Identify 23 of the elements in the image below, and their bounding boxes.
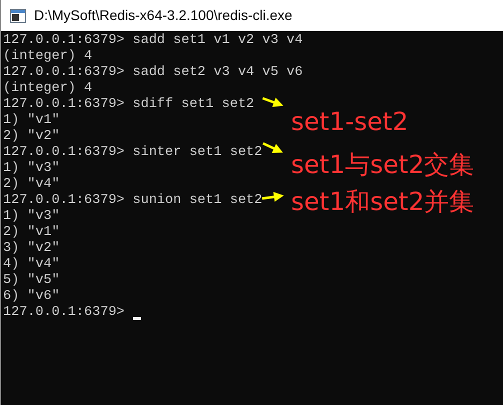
console-line: 127.0.0.1:6379> sadd set1 v1 v2 v3 v4 [3, 33, 303, 49]
console-line: 127.0.0.1:6379> sdiff set1 set2 [3, 97, 254, 113]
console-line: 5) "v5" [3, 273, 60, 289]
console-line: (integer) 4 [3, 81, 92, 97]
console-line: 4) "v4" [3, 257, 60, 273]
console-line: 2) "v1" [3, 225, 60, 241]
annotation-text: set1和set2并集 [291, 187, 474, 217]
console-line: 6) "v6" [3, 289, 60, 305]
console-line: 127.0.0.1:6379> sunion set1 set2 [3, 193, 262, 209]
console-line: 127.0.0.1:6379> sadd set2 v3 v4 v5 v6 [3, 65, 303, 81]
console-line: 127.0.0.1:6379> sinter set1 set2 [3, 145, 262, 161]
annotation-text: set1与set2交集 [291, 150, 474, 180]
window-title: D:\MySoft\Redis-x64-3.2.100\redis-cli.exe [34, 6, 292, 25]
console-line: 3) "v2" [3, 241, 60, 257]
console-line: 2) "v2" [3, 129, 60, 145]
annotation-text: set1-set2 [291, 107, 408, 137]
console-window-icon [10, 8, 26, 22]
console-line: 1) "v3" [3, 209, 60, 225]
console-line: 1) "v3" [3, 161, 60, 177]
console-line: 2) "v4" [3, 177, 60, 193]
console-line: 1) "v1" [3, 113, 60, 129]
console-line: 127.0.0.1:6379> [3, 305, 126, 321]
console-line: (integer) 4 [3, 49, 92, 65]
